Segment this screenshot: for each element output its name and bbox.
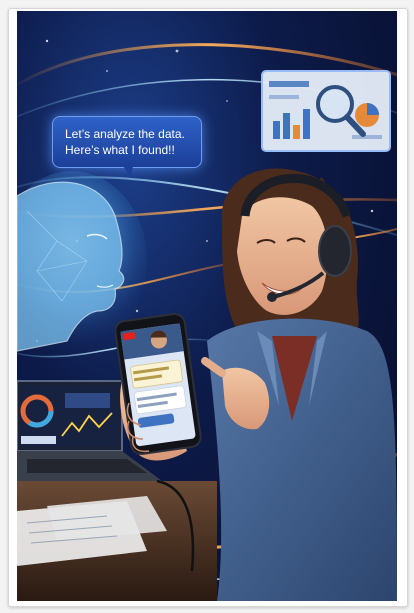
- speech-bubble-line-2: Here’s what I found!!: [65, 143, 175, 157]
- speech-bubble-line-1: Let’s analyze the data.: [65, 127, 185, 141]
- desk: [17, 479, 217, 601]
- illustration: Let’s analyze the data. Here’s what I fo…: [17, 11, 397, 601]
- speech-bubble: Let’s analyze the data. Here’s what I fo…: [52, 116, 202, 177]
- smartphone: [114, 313, 202, 461]
- illustration-scene: [17, 39, 397, 601]
- woman-with-headset: [201, 168, 397, 601]
